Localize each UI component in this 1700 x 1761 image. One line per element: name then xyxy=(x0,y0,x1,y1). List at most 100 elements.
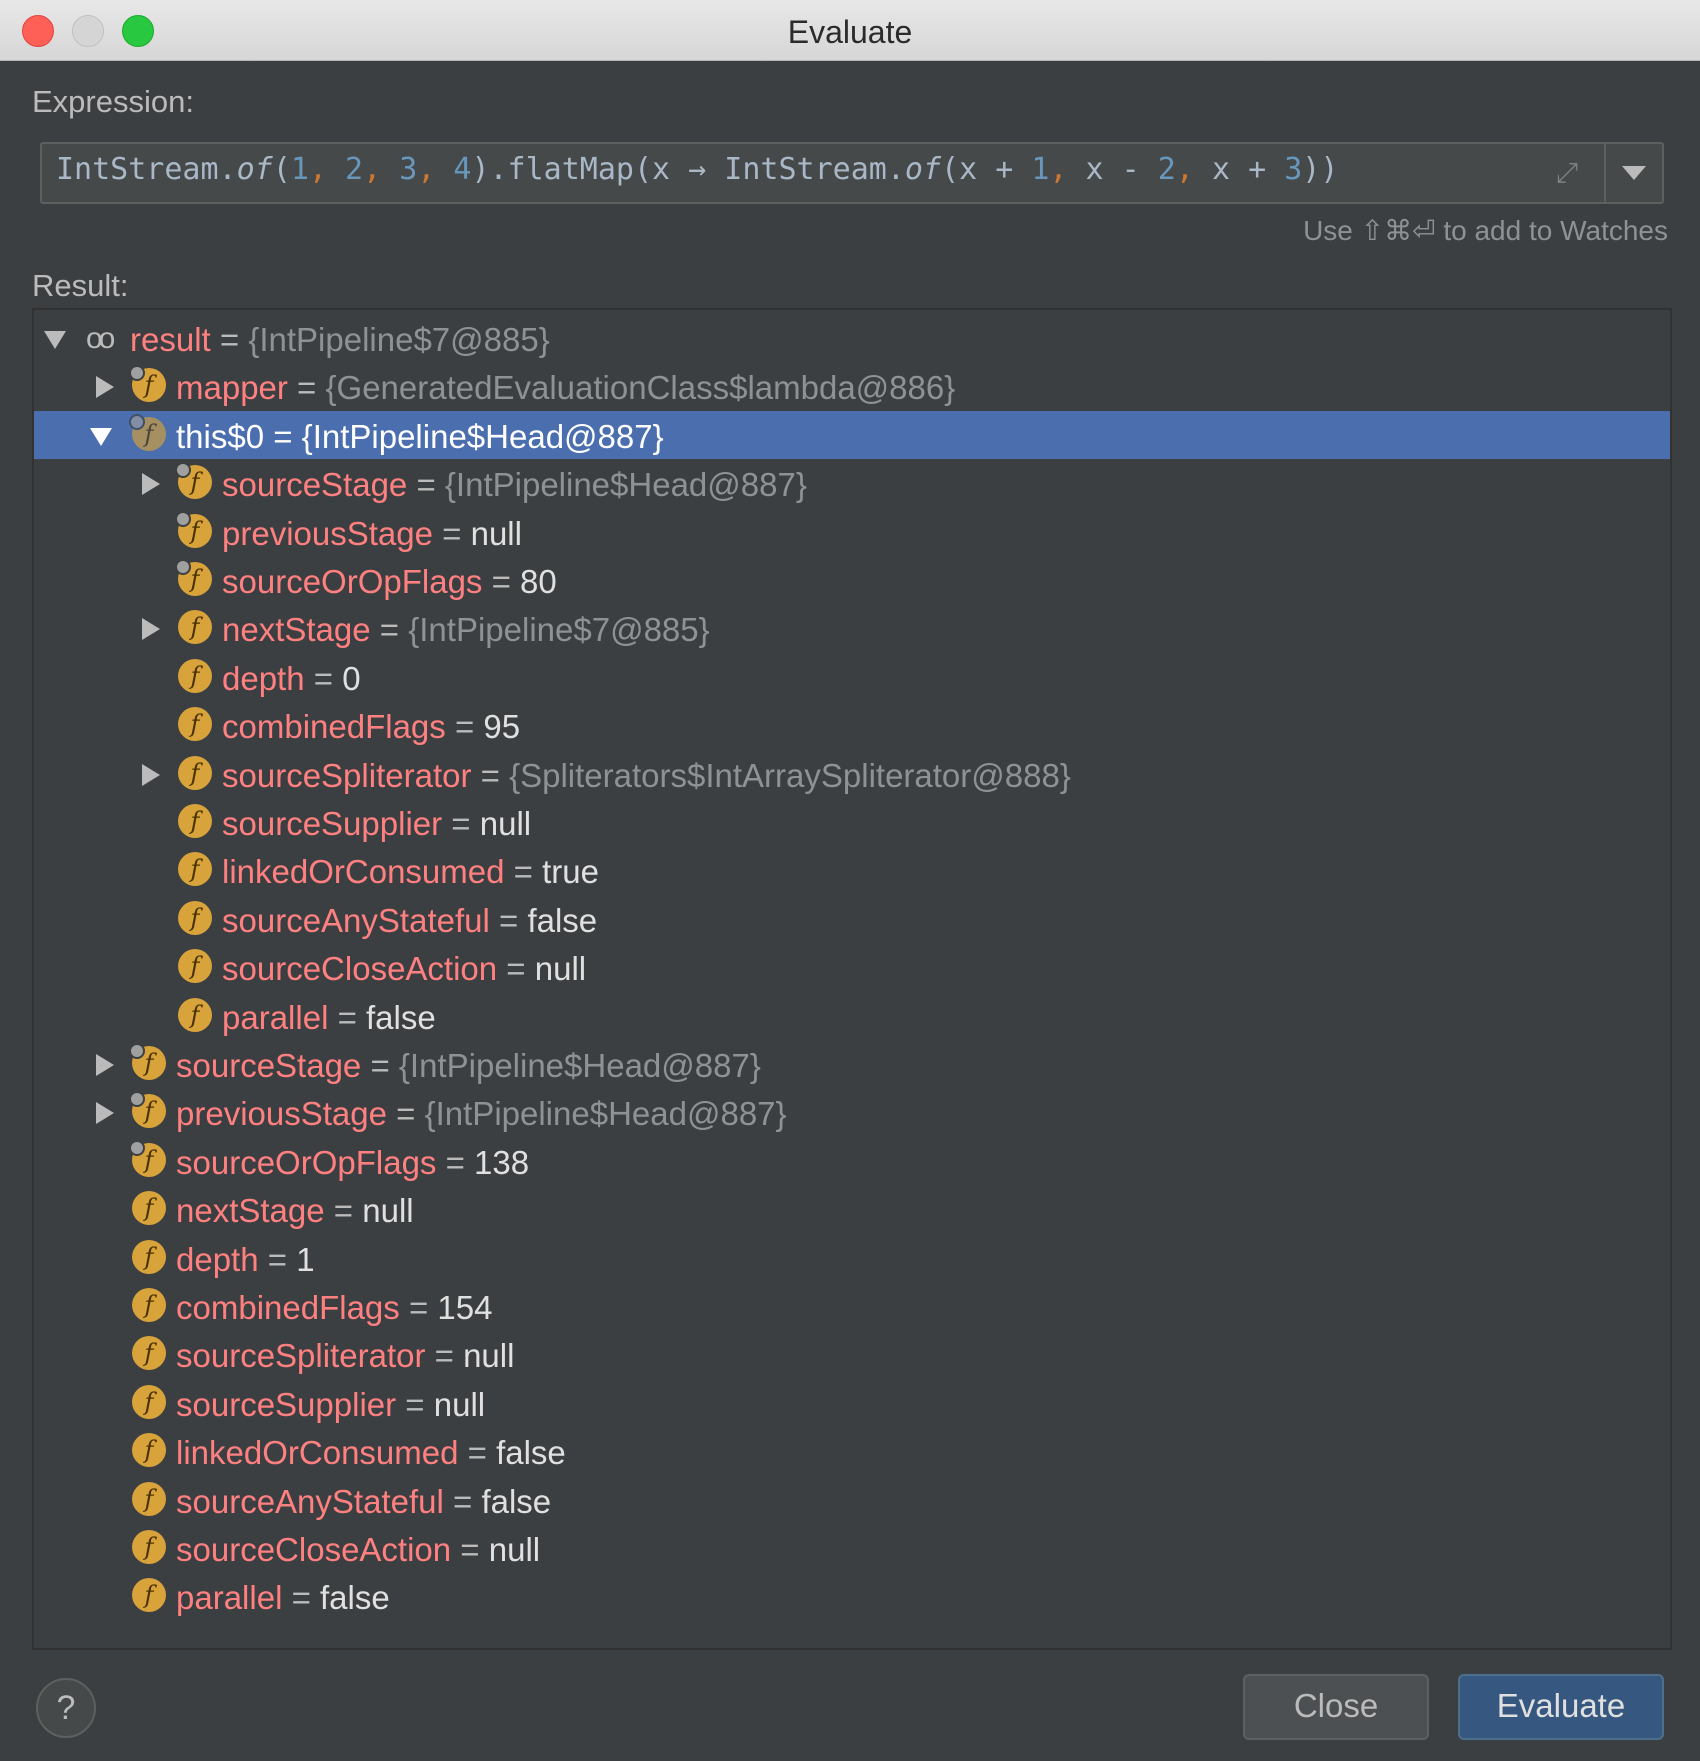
tree-row[interactable]: f sourceAnyStateful = false xyxy=(34,1476,1670,1524)
tree-row-text: linkedOrConsumed = true xyxy=(222,853,599,891)
field-icon: f xyxy=(178,658,212,693)
field-name: sourceAnyStateful xyxy=(222,901,490,939)
tree-row-text: nextStage = {IntPipeline$7@885} xyxy=(222,611,710,649)
field-value: null xyxy=(488,1531,541,1568)
equals-sign: = xyxy=(370,611,409,649)
field-name: sourceSpliterator xyxy=(222,756,472,794)
help-button[interactable]: ? xyxy=(36,1678,96,1738)
collapsed-arrow-icon[interactable] xyxy=(142,473,160,496)
field-icon: f xyxy=(178,804,212,838)
equals-sign: = xyxy=(458,1434,497,1472)
tree-row[interactable]: f sourceCloseAction = null xyxy=(34,943,1670,991)
tree-row[interactable]: f sourceOrOpFlags = 138 xyxy=(34,1137,1670,1185)
field-name: linkedOrConsumed xyxy=(222,853,505,891)
equals-sign: = xyxy=(482,563,521,600)
tree-row[interactable]: f sourceSpliterator = null xyxy=(34,1330,1670,1378)
field-icon: f xyxy=(175,510,212,548)
field-value: 80 xyxy=(520,563,557,600)
expand-icon[interactable]: ⤢ xyxy=(1550,156,1584,190)
field-name: nextStage xyxy=(176,1192,325,1230)
collapsed-arrow-icon[interactable] xyxy=(142,618,160,641)
expanded-arrow-icon[interactable] xyxy=(90,427,112,446)
glasses-icon: oo xyxy=(86,322,115,355)
close-button[interactable]: Close xyxy=(1243,1674,1429,1740)
field-icon: f xyxy=(178,900,212,935)
field-name: nextStage xyxy=(222,611,371,649)
tree-row[interactable]: f sourceOrOpFlags = 80 xyxy=(34,556,1670,604)
equals-sign: = xyxy=(258,1240,297,1278)
tree-row-text: nextStage = null xyxy=(176,1192,414,1230)
field-icon: f xyxy=(129,413,166,451)
field-value: null xyxy=(362,1192,414,1230)
tree-row[interactable]: f depth = 0 xyxy=(34,653,1670,701)
tree-row[interactable]: f linkedOrConsumed = false xyxy=(34,1427,1670,1475)
equals-sign: = xyxy=(471,756,510,794)
tree-row[interactable]: f combinedFlags = 154 xyxy=(34,1282,1670,1330)
field-name: sourceSupplier xyxy=(176,1385,397,1423)
tree-row[interactable]: f previousStage = null xyxy=(34,508,1670,556)
field-value: false xyxy=(481,1482,552,1520)
tree-row[interactable]: f sourceSpliterator = {Spliterators$IntAr… xyxy=(34,750,1670,798)
tree-row-text: sourceCloseAction = null xyxy=(176,1531,540,1569)
tree-row[interactable]: f sourceStage = {IntPipeline$Head@887} xyxy=(34,1040,1670,1088)
dropdown-separator xyxy=(1604,144,1606,202)
equals-sign: = xyxy=(264,417,302,455)
tree-row-text: previousStage = {IntPipeline$Head@887} xyxy=(176,1095,787,1133)
collapsed-arrow-icon[interactable] xyxy=(96,1102,114,1125)
tree-row[interactable]: f sourceStage = {IntPipeline$Head@887} xyxy=(34,459,1670,507)
result-label: Result: xyxy=(32,268,129,303)
tree-row[interactable]: f depth = 1 xyxy=(34,1234,1670,1282)
tree-row[interactable]: f sourceCloseAction = null xyxy=(34,1524,1670,1572)
tree-row[interactable]: f linkedOrConsumed = true xyxy=(34,846,1670,894)
collapsed-arrow-icon[interactable] xyxy=(96,1054,114,1076)
expanded-arrow-icon[interactable] xyxy=(44,331,66,349)
tree-row-text: sourceOrOpFlags = 80 xyxy=(222,563,557,601)
evaluate-button[interactable]: Evaluate xyxy=(1458,1674,1664,1740)
field-value: {IntPipeline$Head@887} xyxy=(301,417,664,455)
field-icon: f xyxy=(132,1239,166,1274)
equals-sign: = xyxy=(445,708,484,746)
tree-row[interactable]: f sourceSupplier = null xyxy=(34,1379,1670,1427)
collapsed-arrow-icon[interactable] xyxy=(96,376,114,399)
history-dropdown-icon[interactable] xyxy=(1622,166,1646,180)
expression-text[interactable]: IntStream.of(1, 2, 3, 4).flatMap(x → Int… xyxy=(56,152,1338,187)
field-value: null xyxy=(534,950,587,988)
tree-row[interactable]: f nextStage = null xyxy=(34,1185,1670,1233)
tree-row[interactable]: f parallel = false xyxy=(34,992,1670,1040)
tree-row[interactable]: f mapper = {GeneratedEvaluationClass$lamb… xyxy=(34,362,1670,410)
field-icon: f xyxy=(132,1433,166,1468)
result-tree[interactable]: oo result = {IntPipeline$7@885} f mapper = … xyxy=(32,308,1672,1650)
field-name: sourceStage xyxy=(176,1047,362,1084)
tree-row[interactable]: f nextStage = {IntPipeline$7@885} xyxy=(34,604,1670,652)
tree-row[interactable]: f this$0 = {IntPipeline$Head@887} xyxy=(34,410,1670,459)
expression-input[interactable]: IntStream.of(1, 2, 3, 4).flatMap(x → Int… xyxy=(40,142,1664,204)
evaluate-dialog: Evaluate Expression: IntStream.of(1, 2, … xyxy=(0,0,1700,1761)
tree-row[interactable]: f previousStage = {IntPipeline$Head@887} xyxy=(34,1088,1670,1136)
field-value: 95 xyxy=(483,708,521,746)
tree-row-text: sourceStage = {IntPipeline$Head@887} xyxy=(176,1047,761,1085)
tree-row[interactable]: oo result = {IntPipeline$7@885} xyxy=(34,314,1670,362)
tree-row[interactable]: f parallel = false xyxy=(34,1572,1670,1620)
tree-row[interactable]: f sourceSupplier = null xyxy=(34,798,1670,846)
field-name: combinedFlags xyxy=(176,1289,400,1326)
tree-row[interactable]: f sourceAnyStateful = false xyxy=(34,895,1670,943)
tree-row[interactable]: f combinedFlags = 95 xyxy=(34,701,1670,749)
field-icon: f xyxy=(129,1091,166,1129)
equals-sign: = xyxy=(396,1385,434,1423)
field-name: sourceCloseAction xyxy=(176,1531,452,1568)
equals-sign: = xyxy=(504,853,543,891)
equals-sign: = xyxy=(287,369,326,407)
equals-sign: = xyxy=(425,1337,464,1375)
field-icon: f xyxy=(175,462,212,500)
field-icon: f xyxy=(129,365,166,403)
field-value: 138 xyxy=(474,1143,530,1181)
tree-row-text: this$0 = {IntPipeline$Head@887} xyxy=(176,418,664,456)
field-value: 1 xyxy=(296,1240,315,1278)
equals-sign: = xyxy=(451,1531,489,1568)
collapsed-arrow-icon[interactable] xyxy=(142,763,160,786)
field-icon: f xyxy=(132,1530,166,1564)
equals-sign: = xyxy=(361,1047,399,1084)
field-name: depth xyxy=(222,659,305,697)
tree-row-text: sourceSpliterator = {Spliterators$IntArr… xyxy=(222,757,1071,795)
field-icon: f xyxy=(178,852,212,887)
